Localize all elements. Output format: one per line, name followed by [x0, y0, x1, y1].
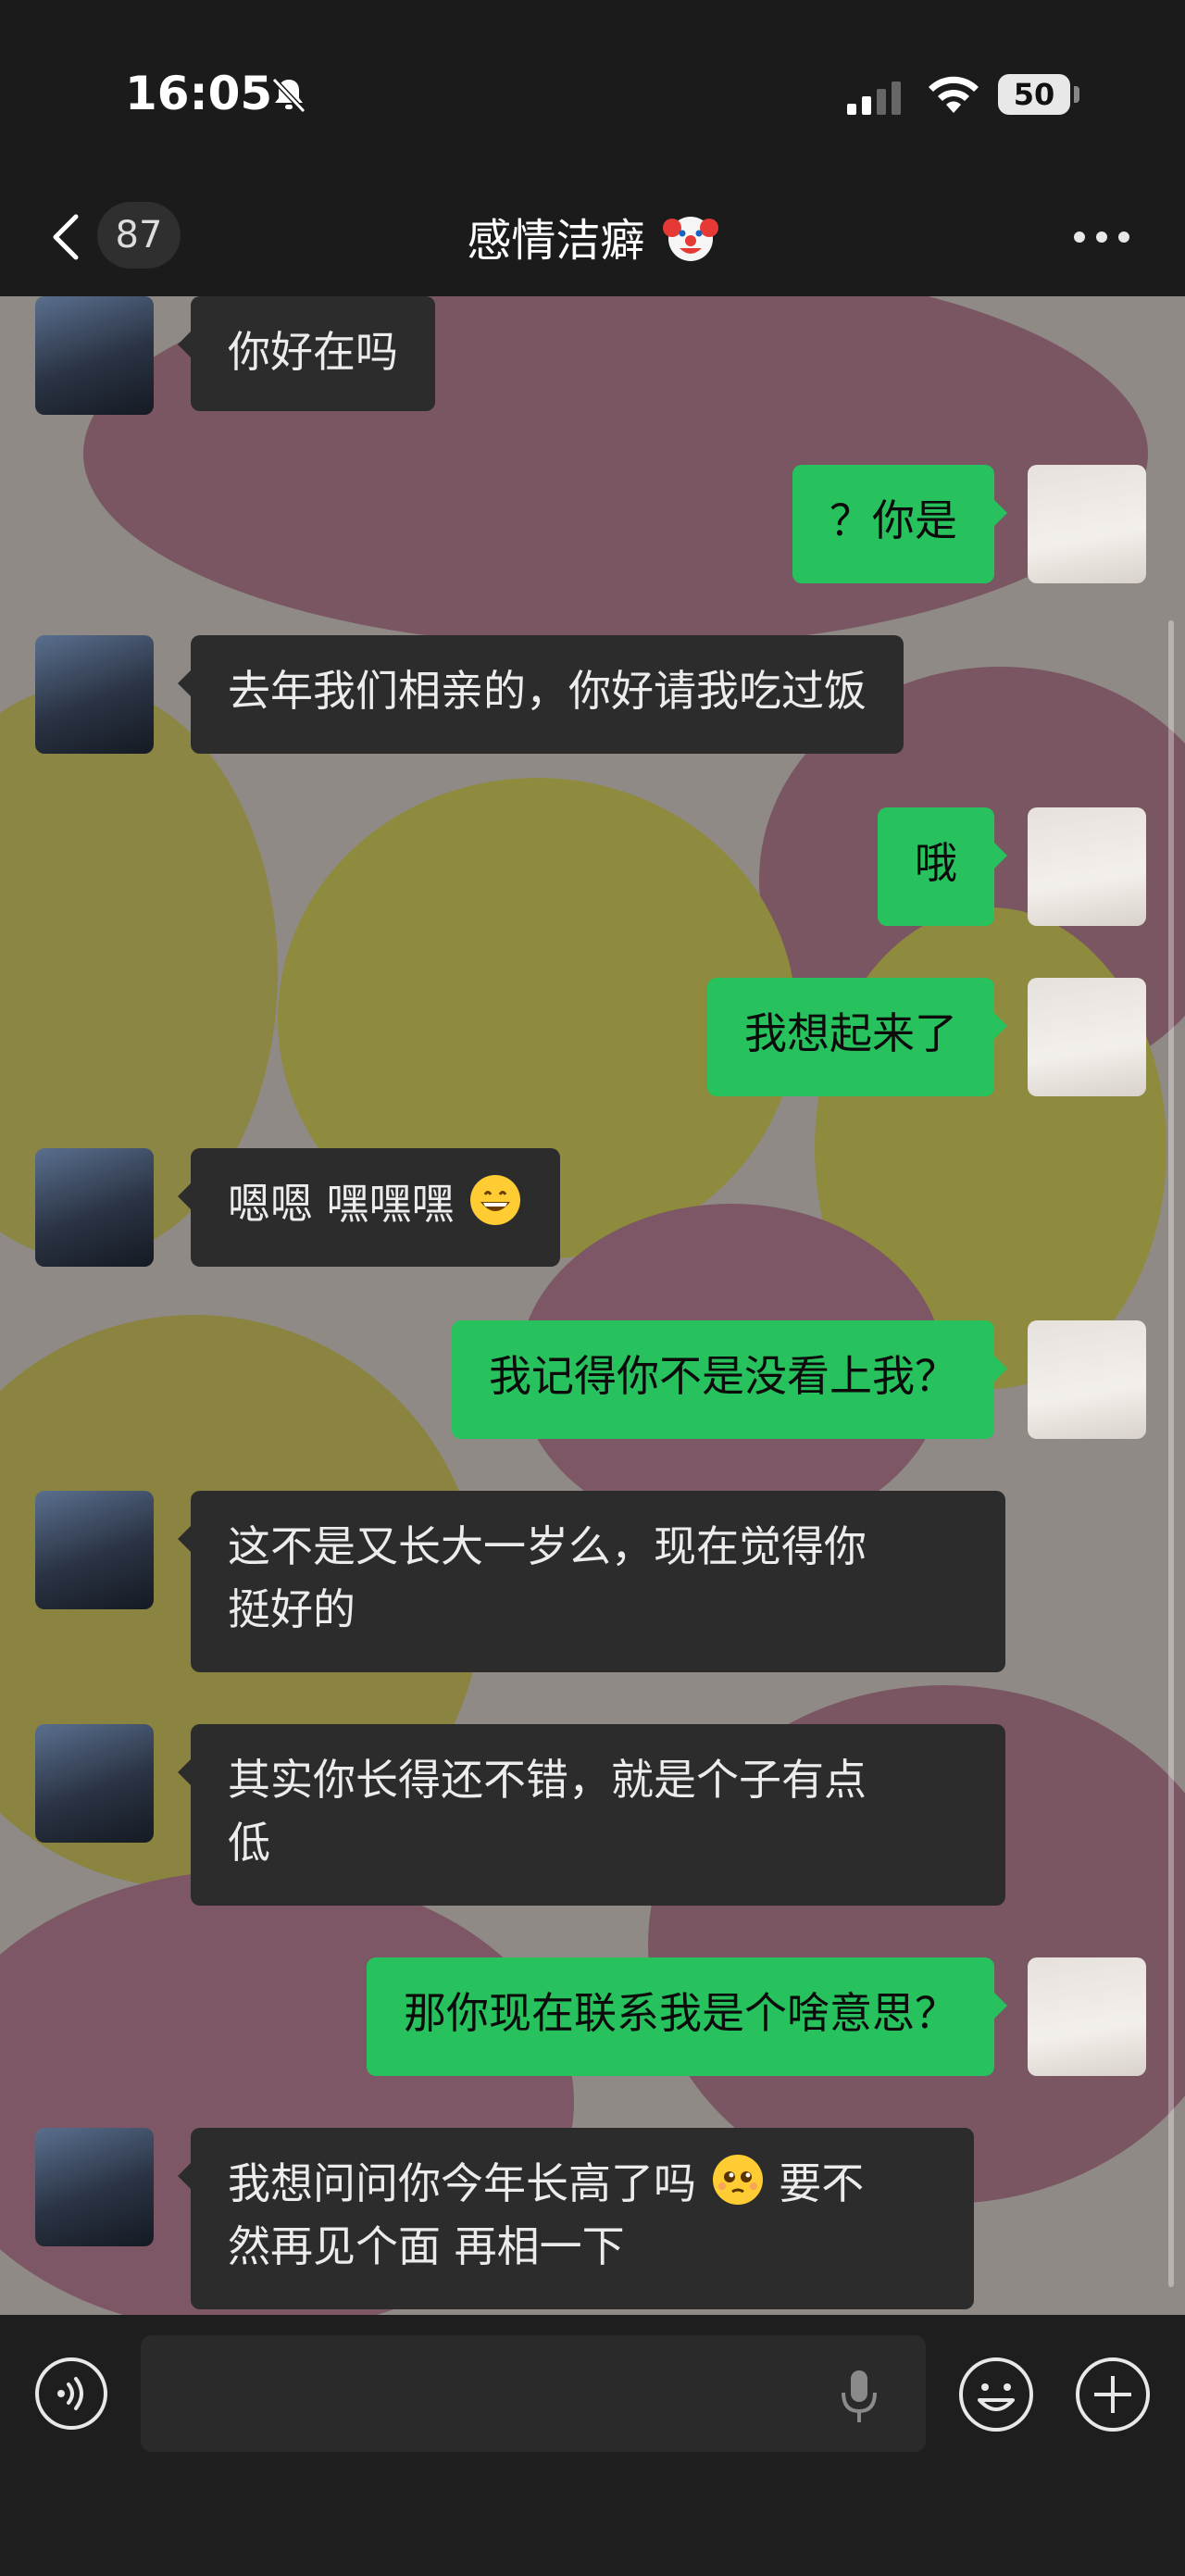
grinning-face-icon — [470, 1175, 521, 1225]
signal-icon — [847, 81, 901, 115]
message-line: 低 — [228, 1818, 270, 1868]
smiley-icon[interactable] — [957, 2356, 1035, 2433]
status-time: 16:05 — [125, 67, 273, 120]
contact-avatar[interactable] — [35, 2128, 154, 2246]
incoming-message[interactable]: 你好在吗 — [178, 296, 435, 411]
my-avatar[interactable] — [1028, 807, 1146, 926]
my-avatar[interactable] — [1028, 1957, 1146, 2076]
outgoing-message[interactable]: 那你现在联系我是个啥意思？ — [367, 1957, 1007, 2076]
message-text: 要不 — [779, 2158, 865, 2208]
message-line: 然再见个面 再相一下 — [228, 2221, 625, 2271]
message-text: 我想问问你今年长高了吗 — [228, 2158, 696, 2208]
battery-nub — [1074, 86, 1079, 103]
contact-avatar[interactable] — [35, 635, 154, 754]
contact-avatar[interactable] — [35, 1724, 154, 1843]
clown-face-icon — [662, 217, 718, 261]
contact-avatar[interactable] — [35, 1491, 154, 1609]
incoming-message[interactable]: 嗯嗯 嘿嘿嘿 — [177, 1148, 561, 1267]
muted-bell-icon — [271, 77, 306, 114]
microphone-icon[interactable] — [837, 2367, 881, 2426]
my-avatar[interactable] — [1028, 978, 1146, 1096]
nav-bar: 87 感情洁癖 — [0, 176, 1185, 296]
outgoing-message[interactable]: 我记得你不是没看上我？ — [452, 1320, 1007, 1439]
contact-avatar[interactable] — [35, 296, 154, 415]
my-avatar[interactable] — [1028, 1320, 1146, 1439]
input-bar — [0, 2315, 1185, 2576]
message-line: 挺好的 — [228, 1584, 356, 1634]
chat-title: 感情洁癖 — [0, 204, 1185, 269]
scrollbar[interactable] — [1168, 620, 1174, 2287]
contact-avatar[interactable] — [35, 1148, 154, 1267]
wifi-icon — [929, 76, 979, 113]
message-list[interactable]: 你好在吗 ？你是 去年我们相亲的，你好请我吃过饭 哦 我想起来了 嗯嗯 嘿嘿嘿 — [0, 296, 1185, 2315]
incoming-message[interactable]: 我想问问你今年长高了吗 要不 然再见个面 再相一下 — [178, 2128, 974, 2309]
message-input[interactable] — [141, 2335, 926, 2452]
incoming-message[interactable]: 去年我们相亲的，你好请我吃过饭 — [178, 635, 904, 754]
message-line: 我想问问你今年长高了吗 要不 — [228, 2152, 937, 2215]
incoming-message[interactable]: 其实你长得还不错，就是个子有点 低 — [178, 1724, 1005, 1906]
message-line: 其实你长得还不错，就是个子有点 — [228, 1755, 867, 1805]
outgoing-message[interactable]: 哦 — [878, 807, 1007, 926]
incoming-message[interactable]: 这不是又长大一岁么，现在觉得你 挺好的 — [178, 1491, 1005, 1672]
more-options-icon[interactable] — [1074, 230, 1129, 244]
plus-icon[interactable] — [1074, 2356, 1152, 2433]
my-avatar[interactable] — [1028, 465, 1146, 583]
pleading-face-icon — [712, 2155, 763, 2205]
message-line: 这不是又长大一岁么，现在觉得你 — [228, 1521, 867, 1571]
voice-icon[interactable] — [33, 2356, 109, 2432]
status-bar: 16:05 50 — [0, 0, 1185, 176]
chat-title-text: 感情洁癖 — [467, 215, 645, 267]
outgoing-message[interactable]: 我想起来了 — [707, 978, 1007, 1096]
battery-icon: 50 — [998, 74, 1070, 115]
message-text: 嗯嗯 嘿嘿嘿 — [228, 1179, 455, 1229]
outgoing-message[interactable]: ？你是 — [792, 465, 1007, 583]
